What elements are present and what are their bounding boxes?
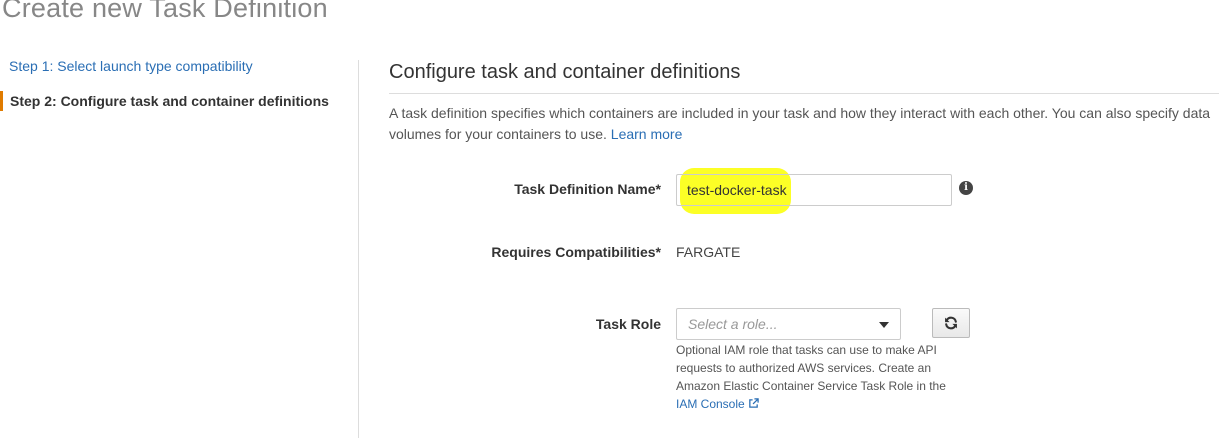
step-1-link[interactable]: Step 1: Select launch type compatibility — [9, 58, 253, 74]
refresh-icon — [945, 316, 957, 330]
iam-console-link-label: IAM Console — [676, 397, 745, 411]
external-link-icon — [748, 398, 759, 408]
task-role-label: Task Role — [595, 316, 661, 332]
page-title: Create new Task Definition — [2, 0, 328, 23]
section-divider — [389, 93, 1219, 94]
description-text: A task definition specifies which contai… — [389, 105, 1211, 142]
task-role-placeholder: Select a role... — [688, 316, 778, 332]
requires-compatibilities-label: Requires Compatibilities* — [491, 244, 661, 260]
info-circle-icon[interactable]: i — [959, 181, 973, 195]
learn-more-link[interactable]: Learn more — [611, 126, 683, 142]
section-description: A task definition specifies which contai… — [389, 103, 1215, 145]
section-title: Configure task and container definitions — [389, 61, 741, 83]
task-role-help-text: Optional IAM role that tasks can use to … — [676, 341, 966, 413]
step-2-active: Step 2: Configure task and container def… — [0, 91, 329, 111]
chevron-down-icon — [879, 322, 889, 328]
task-role-help-description: Optional IAM role that tasks can use to … — [676, 343, 946, 393]
refresh-roles-button[interactable] — [932, 308, 970, 338]
task-role-select[interactable]: Select a role... — [676, 308, 901, 340]
task-definition-name-input[interactable] — [676, 174, 952, 206]
task-definition-name-label: Task Definition Name* — [514, 181, 661, 197]
requires-compatibilities-value: FARGATE — [676, 244, 741, 260]
iam-console-link[interactable]: IAM Console — [676, 397, 759, 411]
